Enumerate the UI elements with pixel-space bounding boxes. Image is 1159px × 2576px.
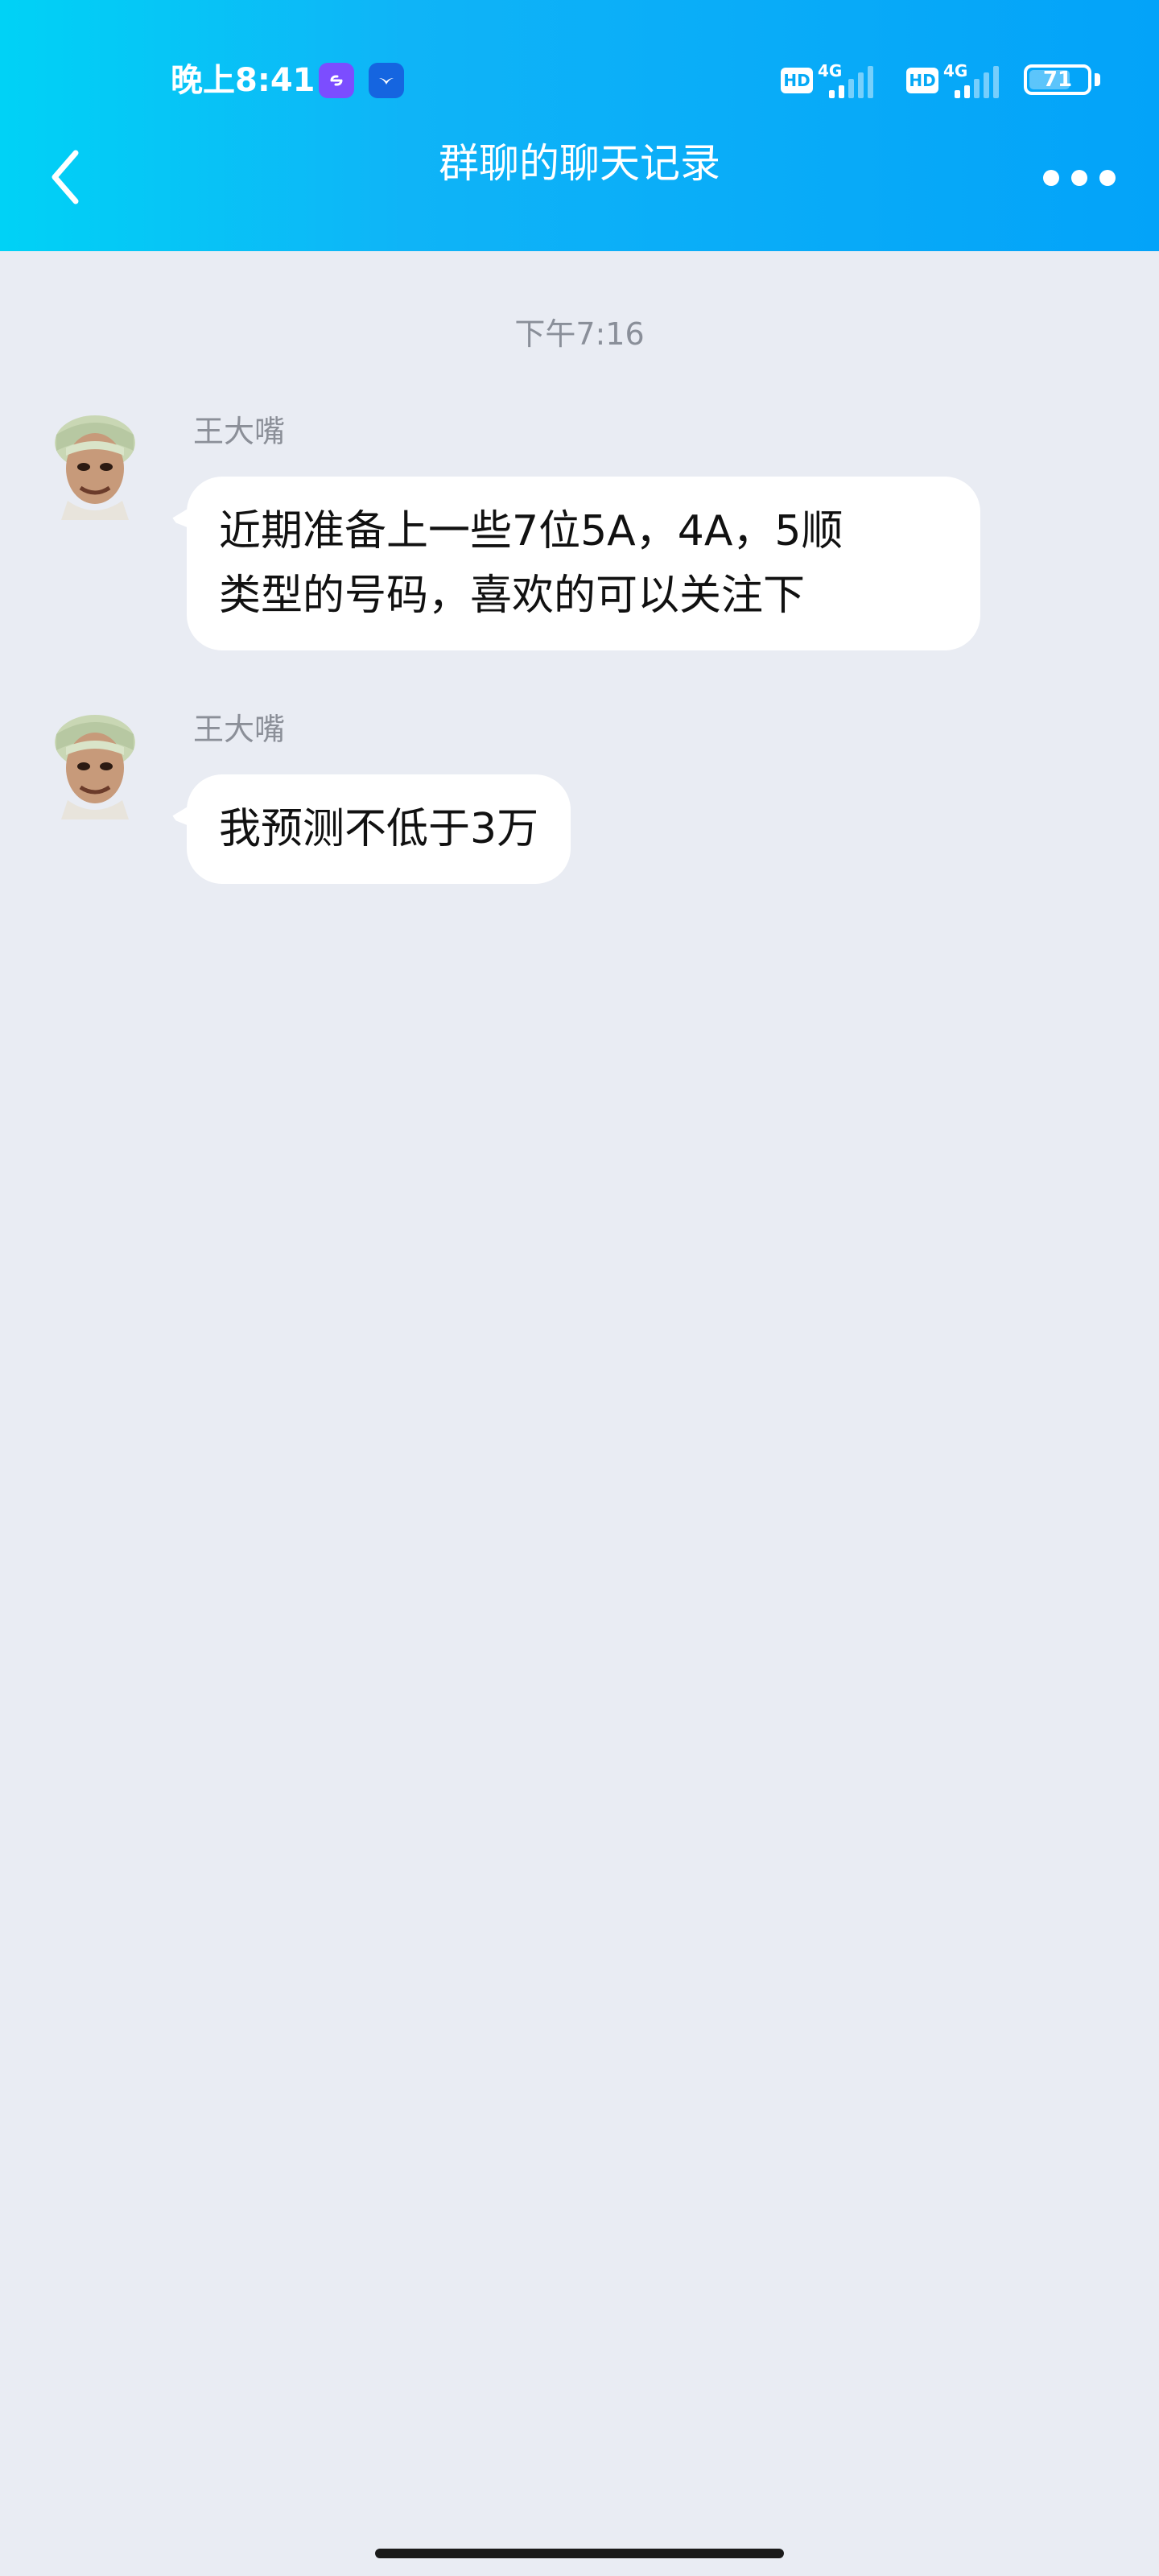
signal-icon: 4G: [818, 61, 885, 100]
battery-icon: 71: [1024, 64, 1091, 95]
message-bubble[interactable]: 近期准备上一些7位5A，4A，5顺 类型的号码，喜欢的可以关注下: [187, 477, 980, 650]
page-title: 群聊的聊天记录: [439, 140, 720, 187]
message-timestamp: 下午7:16: [514, 316, 645, 352]
home-indicator[interactable]: [375, 2549, 784, 2558]
link-app-icon: [319, 63, 354, 98]
more-options-button[interactable]: [1043, 158, 1116, 198]
message-text-line: 我预测不低于3万: [219, 805, 539, 853]
message-text-line: 类型的号码，喜欢的可以关注下: [219, 572, 806, 620]
bird-app-icon: [369, 63, 404, 98]
message-text-line: 近期准备上一些7位5A，4A，5顺: [219, 507, 843, 555]
app-header: 晚上8:41 HD 4G HD 4G 71 群聊的聊天记录: [0, 0, 1159, 251]
dot: [1099, 170, 1116, 186]
hd-badge: HD: [781, 68, 813, 93]
signal-icon: 4G: [943, 61, 1011, 100]
sender-name: 王大嘴: [193, 414, 286, 449]
dot: [1043, 170, 1059, 186]
battery-percent: 71: [1042, 68, 1073, 92]
sim2-signal: HD 4G: [906, 61, 1011, 100]
hd-badge: HD: [906, 68, 938, 93]
sender-name: 王大嘴: [193, 712, 286, 747]
avatar[interactable]: [48, 707, 142, 819]
avatar[interactable]: [48, 407, 142, 520]
sim1-signal: HD 4G: [781, 61, 885, 100]
status-time: 晚上8:41: [171, 62, 316, 99]
dot: [1071, 170, 1087, 186]
message-bubble[interactable]: 我预测不低于3万: [187, 774, 571, 884]
battery-tip: [1095, 73, 1100, 86]
